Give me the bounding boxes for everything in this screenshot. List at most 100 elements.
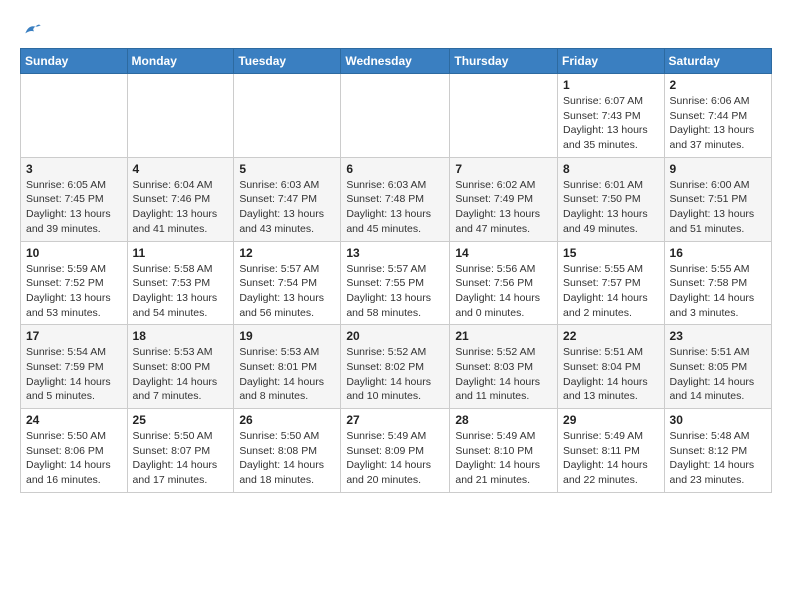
day-number: 4 — [133, 162, 229, 176]
day-info: Sunrise: 6:02 AM Sunset: 7:49 PM Dayligh… — [455, 178, 552, 237]
calendar-cell: 14 Sunrise: 5:56 AM Sunset: 7:56 PM Dayli… — [450, 241, 558, 325]
day-number: 25 — [133, 413, 229, 427]
day-info: Sunrise: 6:04 AM Sunset: 7:46 PM Dayligh… — [133, 178, 229, 237]
calendar-cell: 2 Sunrise: 6:06 AM Sunset: 7:44 PM Daylig… — [664, 74, 771, 158]
calendar-cell: 8 Sunrise: 6:01 AM Sunset: 7:50 PM Daylig… — [558, 157, 665, 241]
calendar-week-row: 24 Sunrise: 5:50 AM Sunset: 8:06 PM Dayli… — [21, 409, 772, 493]
day-info: Sunrise: 6:03 AM Sunset: 7:47 PM Dayligh… — [239, 178, 335, 237]
day-info: Sunrise: 5:55 AM Sunset: 7:58 PM Dayligh… — [670, 262, 766, 321]
day-number: 14 — [455, 246, 552, 260]
day-info: Sunrise: 6:07 AM Sunset: 7:43 PM Dayligh… — [563, 94, 659, 153]
calendar-cell: 24 Sunrise: 5:50 AM Sunset: 8:06 PM Dayli… — [21, 409, 128, 493]
day-number: 18 — [133, 329, 229, 343]
calendar-cell: 4 Sunrise: 6:04 AM Sunset: 7:46 PM Daylig… — [127, 157, 234, 241]
day-number: 27 — [346, 413, 444, 427]
day-number: 1 — [563, 78, 659, 92]
day-info: Sunrise: 5:50 AM Sunset: 8:08 PM Dayligh… — [239, 429, 335, 488]
column-header-friday: Friday — [558, 49, 665, 74]
day-number: 9 — [670, 162, 766, 176]
calendar-cell: 7 Sunrise: 6:02 AM Sunset: 7:49 PM Daylig… — [450, 157, 558, 241]
day-info: Sunrise: 5:55 AM Sunset: 7:57 PM Dayligh… — [563, 262, 659, 321]
day-number: 28 — [455, 413, 552, 427]
day-info: Sunrise: 5:48 AM Sunset: 8:12 PM Dayligh… — [670, 429, 766, 488]
calendar-cell: 15 Sunrise: 5:55 AM Sunset: 7:57 PM Dayli… — [558, 241, 665, 325]
day-info: Sunrise: 5:57 AM Sunset: 7:54 PM Dayligh… — [239, 262, 335, 321]
day-number: 8 — [563, 162, 659, 176]
calendar-cell: 19 Sunrise: 5:53 AM Sunset: 8:01 PM Dayli… — [234, 325, 341, 409]
day-info: Sunrise: 5:56 AM Sunset: 7:56 PM Dayligh… — [455, 262, 552, 321]
page-header — [20, 20, 772, 40]
day-info: Sunrise: 5:52 AM Sunset: 8:03 PM Dayligh… — [455, 345, 552, 404]
calendar-cell — [21, 74, 128, 158]
calendar-cell: 27 Sunrise: 5:49 AM Sunset: 8:09 PM Dayli… — [341, 409, 450, 493]
day-info: Sunrise: 5:50 AM Sunset: 8:07 PM Dayligh… — [133, 429, 229, 488]
calendar-cell — [127, 74, 234, 158]
logo — [20, 20, 42, 40]
day-info: Sunrise: 5:50 AM Sunset: 8:06 PM Dayligh… — [26, 429, 122, 488]
day-info: Sunrise: 5:58 AM Sunset: 7:53 PM Dayligh… — [133, 262, 229, 321]
column-header-thursday: Thursday — [450, 49, 558, 74]
day-number: 20 — [346, 329, 444, 343]
day-number: 13 — [346, 246, 444, 260]
day-info: Sunrise: 5:53 AM Sunset: 8:00 PM Dayligh… — [133, 345, 229, 404]
day-info: Sunrise: 6:00 AM Sunset: 7:51 PM Dayligh… — [670, 178, 766, 237]
calendar-header-row: SundayMondayTuesdayWednesdayThursdayFrid… — [21, 49, 772, 74]
day-number: 24 — [26, 413, 122, 427]
calendar-cell — [341, 74, 450, 158]
day-number: 2 — [670, 78, 766, 92]
day-number: 22 — [563, 329, 659, 343]
calendar-week-row: 10Sunrise: 5:59 AM Sunset: 7:52 PM Dayli… — [21, 241, 772, 325]
day-info: Sunrise: 5:51 AM Sunset: 8:05 PM Dayligh… — [670, 345, 766, 404]
calendar-week-row: 17 Sunrise: 5:54 AM Sunset: 7:59 PM Dayli… — [21, 325, 772, 409]
calendar-cell: 25 Sunrise: 5:50 AM Sunset: 8:07 PM Dayli… — [127, 409, 234, 493]
calendar-cell: 16 Sunrise: 5:55 AM Sunset: 7:58 PM Dayli… — [664, 241, 771, 325]
day-number: 5 — [239, 162, 335, 176]
day-number: 21 — [455, 329, 552, 343]
day-info: Sunrise: 5:57 AM Sunset: 7:55 PM Dayligh… — [346, 262, 444, 321]
day-number: 16 — [670, 246, 766, 260]
calendar-cell: 29Sunrise: 5:49 AM Sunset: 8:11 PM Dayli… — [558, 409, 665, 493]
column-header-saturday: Saturday — [664, 49, 771, 74]
calendar-cell: 5 Sunrise: 6:03 AM Sunset: 7:47 PM Daylig… — [234, 157, 341, 241]
day-info: Sunrise: 5:52 AM Sunset: 8:02 PM Dayligh… — [346, 345, 444, 404]
calendar-week-row: 1 Sunrise: 6:07 AM Sunset: 7:43 PM Daylig… — [21, 74, 772, 158]
day-number: 15 — [563, 246, 659, 260]
day-number: 30 — [670, 413, 766, 427]
day-number: 12 — [239, 246, 335, 260]
day-number: 3 — [26, 162, 122, 176]
column-header-monday: Monday — [127, 49, 234, 74]
day-info: Sunrise: 5:51 AM Sunset: 8:04 PM Dayligh… — [563, 345, 659, 404]
day-number: 10 — [26, 246, 122, 260]
calendar-cell: 17 Sunrise: 5:54 AM Sunset: 7:59 PM Dayli… — [21, 325, 128, 409]
calendar-table: SundayMondayTuesdayWednesdayThursdayFrid… — [20, 48, 772, 493]
day-info: Sunrise: 5:49 AM Sunset: 8:09 PM Dayligh… — [346, 429, 444, 488]
column-header-sunday: Sunday — [21, 49, 128, 74]
day-number: 6 — [346, 162, 444, 176]
calendar-cell: 26 Sunrise: 5:50 AM Sunset: 8:08 PM Dayli… — [234, 409, 341, 493]
column-header-wednesday: Wednesday — [341, 49, 450, 74]
calendar-cell: 12 Sunrise: 5:57 AM Sunset: 7:54 PM Dayli… — [234, 241, 341, 325]
calendar-cell: 18 Sunrise: 5:53 AM Sunset: 8:00 PM Dayli… — [127, 325, 234, 409]
day-number: 19 — [239, 329, 335, 343]
day-info: Sunrise: 6:01 AM Sunset: 7:50 PM Dayligh… — [563, 178, 659, 237]
calendar-cell: 6Sunrise: 6:03 AM Sunset: 7:48 PM Daylig… — [341, 157, 450, 241]
day-number: 23 — [670, 329, 766, 343]
logo-bird-icon — [22, 20, 42, 40]
day-info: Sunrise: 6:06 AM Sunset: 7:44 PM Dayligh… — [670, 94, 766, 153]
day-info: Sunrise: 5:54 AM Sunset: 7:59 PM Dayligh… — [26, 345, 122, 404]
calendar-cell — [450, 74, 558, 158]
day-number: 26 — [239, 413, 335, 427]
day-info: Sunrise: 6:05 AM Sunset: 7:45 PM Dayligh… — [26, 178, 122, 237]
calendar-cell: 23 Sunrise: 5:51 AM Sunset: 8:05 PM Dayli… — [664, 325, 771, 409]
day-info: Sunrise: 5:49 AM Sunset: 8:11 PM Dayligh… — [563, 429, 659, 488]
calendar-cell: 10Sunrise: 5:59 AM Sunset: 7:52 PM Dayli… — [21, 241, 128, 325]
calendar-cell: 13 Sunrise: 5:57 AM Sunset: 7:55 PM Dayli… — [341, 241, 450, 325]
day-number: 17 — [26, 329, 122, 343]
calendar-cell: 3 Sunrise: 6:05 AM Sunset: 7:45 PM Daylig… — [21, 157, 128, 241]
day-number: 11 — [133, 246, 229, 260]
day-number: 7 — [455, 162, 552, 176]
calendar-cell: 22 Sunrise: 5:51 AM Sunset: 8:04 PM Dayli… — [558, 325, 665, 409]
day-info: Sunrise: 5:53 AM Sunset: 8:01 PM Dayligh… — [239, 345, 335, 404]
calendar-week-row: 3 Sunrise: 6:05 AM Sunset: 7:45 PM Daylig… — [21, 157, 772, 241]
calendar-cell: 9 Sunrise: 6:00 AM Sunset: 7:51 PM Daylig… — [664, 157, 771, 241]
